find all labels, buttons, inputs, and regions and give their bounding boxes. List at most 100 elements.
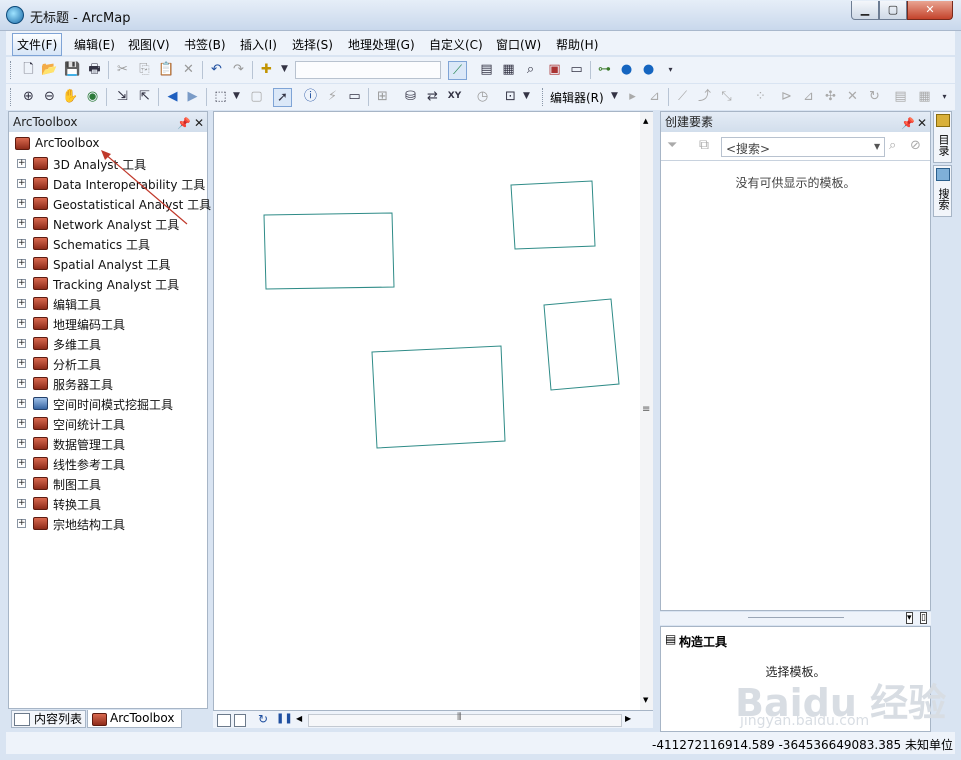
expand-icon[interactable]: + (17, 399, 26, 408)
chevron-down-icon-4[interactable]: ▼ (606, 88, 623, 105)
menu-help[interactable]: 帮助(H) (552, 35, 602, 54)
save-icon[interactable]: 💾 (64, 61, 81, 78)
paste-icon[interactable]: 📋 (158, 61, 175, 78)
close-panel-icon-2[interactable]: ✕ (917, 113, 927, 133)
open-folder-icon[interactable]: 📂 (41, 61, 58, 78)
toolbar-grip[interactable] (10, 61, 14, 79)
minimize-button[interactable]: ▁ (851, 1, 879, 20)
chevron-down-icon-5[interactable]: ▼ (874, 142, 880, 151)
tree-item[interactable]: + 宗地结构工具 (13, 514, 205, 534)
python-window-icon[interactable]: ▭ (568, 61, 585, 78)
tree-item[interactable]: + 线性参考工具 (13, 454, 205, 474)
full-extent-icon[interactable]: ◉ (84, 88, 101, 105)
expand-icon[interactable]: + (17, 499, 26, 508)
endpoint-arc-icon[interactable]: ⤴ (696, 88, 713, 105)
tree-item[interactable]: + 地理编码工具 (13, 314, 205, 334)
split-icon[interactable]: ▯ (920, 612, 927, 624)
blue-circle-icon-2[interactable]: ● (640, 61, 657, 78)
refresh-icon[interactable]: ↻ (258, 712, 268, 726)
edit-vertices-icon[interactable]: ⊳ (778, 88, 795, 105)
expand-icon[interactable]: + (17, 259, 26, 268)
tree-item[interactable]: + 编辑工具 (13, 294, 205, 314)
split-icon[interactable]: ✕ (844, 88, 861, 105)
select-elements-icon[interactable]: ➚ (273, 88, 292, 107)
arctoolbox-icon[interactable]: ▣ (546, 61, 563, 78)
menu-windows[interactable]: 窗口(W) (492, 35, 545, 54)
identify-icon[interactable]: ⓘ (302, 88, 319, 105)
cut-polygon-icon[interactable]: ✣ (822, 88, 839, 105)
model-builder-icon[interactable]: ⊶ (596, 61, 613, 78)
chevron-down-icon-2[interactable]: ▼ (228, 88, 245, 105)
clear-search-icon[interactable]: ⊘ (910, 138, 921, 153)
close-button[interactable]: ✕ (907, 1, 953, 20)
copy-icon[interactable]: ⎘ (136, 61, 153, 78)
zoom-out-icon[interactable]: ⊖ (41, 88, 58, 105)
layout-view-button[interactable] (234, 714, 246, 727)
hscroll-thumb-grip[interactable]: ⦀ (457, 712, 461, 723)
tree-item[interactable]: + 转换工具 (13, 494, 205, 514)
blue-circle-icon[interactable]: ● (618, 61, 635, 78)
menu-customize[interactable]: 自定义(C) (425, 35, 487, 54)
menu-insert[interactable]: 插入(I) (236, 35, 281, 54)
toolbar-overflow-icon-2[interactable]: ▾ (936, 88, 953, 105)
pin-icon-2[interactable]: 📌 (901, 114, 915, 134)
tree-item[interactable]: + 服务器工具 (13, 374, 205, 394)
maximize-button[interactable]: ▢ (879, 1, 907, 20)
select-features-icon[interactable]: ⬚ (212, 88, 229, 105)
search-window-icon[interactable]: ⌕ (522, 61, 539, 78)
edit-annotation-icon[interactable]: ⊿ (646, 88, 663, 105)
toolbar-grip-3[interactable] (542, 88, 546, 106)
print-icon[interactable]: 🖶 (86, 61, 103, 78)
new-document-icon[interactable]: 🗋 (20, 61, 37, 78)
pan-icon[interactable]: ✋ (62, 88, 79, 105)
map-view[interactable] (213, 111, 653, 711)
fixed-zoom-in-icon[interactable]: ⇲ (114, 88, 131, 105)
back-arrow-icon[interactable]: ◀ (164, 88, 181, 105)
menu-edit[interactable]: 编辑(E) (70, 35, 119, 54)
expand-icon[interactable]: + (17, 359, 26, 368)
pause-icon[interactable]: ❚❚ (276, 713, 293, 724)
attributes-icon[interactable]: ▤ (892, 88, 909, 105)
tree-item[interactable]: + 制图工具 (13, 474, 205, 494)
reshape-icon[interactable]: ⊿ (800, 88, 817, 105)
scale-dropdown[interactable] (295, 61, 441, 79)
editor-menu[interactable]: 编辑器(R) (550, 89, 604, 106)
html-popup-icon[interactable]: ▭ (346, 88, 363, 105)
tree-item[interactable]: + Spatial Analyst 工具 (13, 254, 205, 274)
add-data-icon[interactable]: ✚ (258, 61, 275, 78)
measure-icon[interactable]: ⊞ (374, 88, 391, 105)
trace-icon[interactable]: ⤡ (718, 88, 735, 105)
expand-icon[interactable]: + (17, 299, 26, 308)
toc-window-icon[interactable]: ▤ (478, 61, 495, 78)
cut-icon[interactable]: ✂ (114, 61, 131, 78)
forward-arrow-icon[interactable]: ▶ (184, 88, 201, 105)
expand-icon[interactable]: + (17, 279, 26, 288)
template-search-input[interactable]: <搜索> ▼ (721, 137, 885, 157)
expand-icon[interactable]: + (17, 459, 26, 468)
undo-icon[interactable]: ↶ (208, 61, 225, 78)
menu-selection[interactable]: 选择(S) (288, 35, 337, 54)
expand-icon[interactable]: + (17, 419, 26, 428)
collapse-icon[interactable]: ▾ (906, 612, 913, 624)
toolbar-overflow-icon[interactable]: ▾ (662, 61, 679, 78)
delete-icon[interactable]: ✕ (180, 61, 197, 78)
tree-item[interactable]: + 空间时间模式挖掘工具 (13, 394, 205, 414)
splitter-bar[interactable]: ▾ ▯ (660, 612, 931, 625)
horizontal-scrollbar[interactable] (308, 714, 622, 727)
catalog-window-icon[interactable]: ▦ (500, 61, 517, 78)
menu-file[interactable]: 文件(F) (12, 33, 63, 56)
hyperlink-icon[interactable]: ⚡ (324, 88, 341, 105)
rotate-icon[interactable]: ↻ (866, 88, 883, 105)
chevron-down-icon-3[interactable]: ▼ (518, 88, 535, 105)
map-vertical-scrollbar[interactable]: ▲ ≡ ▼ (640, 112, 653, 710)
menu-geoprocessing[interactable]: 地理处理(G) (344, 35, 419, 54)
create-viewer-icon[interactable]: ⊡ (502, 88, 519, 105)
zoom-in-icon[interactable]: ⊕ (20, 88, 37, 105)
clear-selection-icon[interactable]: ▢ (248, 88, 265, 105)
edit-tool-icon[interactable]: ▸ (624, 88, 641, 105)
chevron-down-icon[interactable]: ▼ (276, 61, 293, 78)
organize-templates-icon[interactable]: ⏷ (667, 138, 677, 153)
expand-icon[interactable]: + (17, 519, 26, 528)
straight-segment-icon[interactable]: ⟋ (674, 88, 691, 105)
scroll-down-icon[interactable]: ▼ (643, 696, 648, 704)
